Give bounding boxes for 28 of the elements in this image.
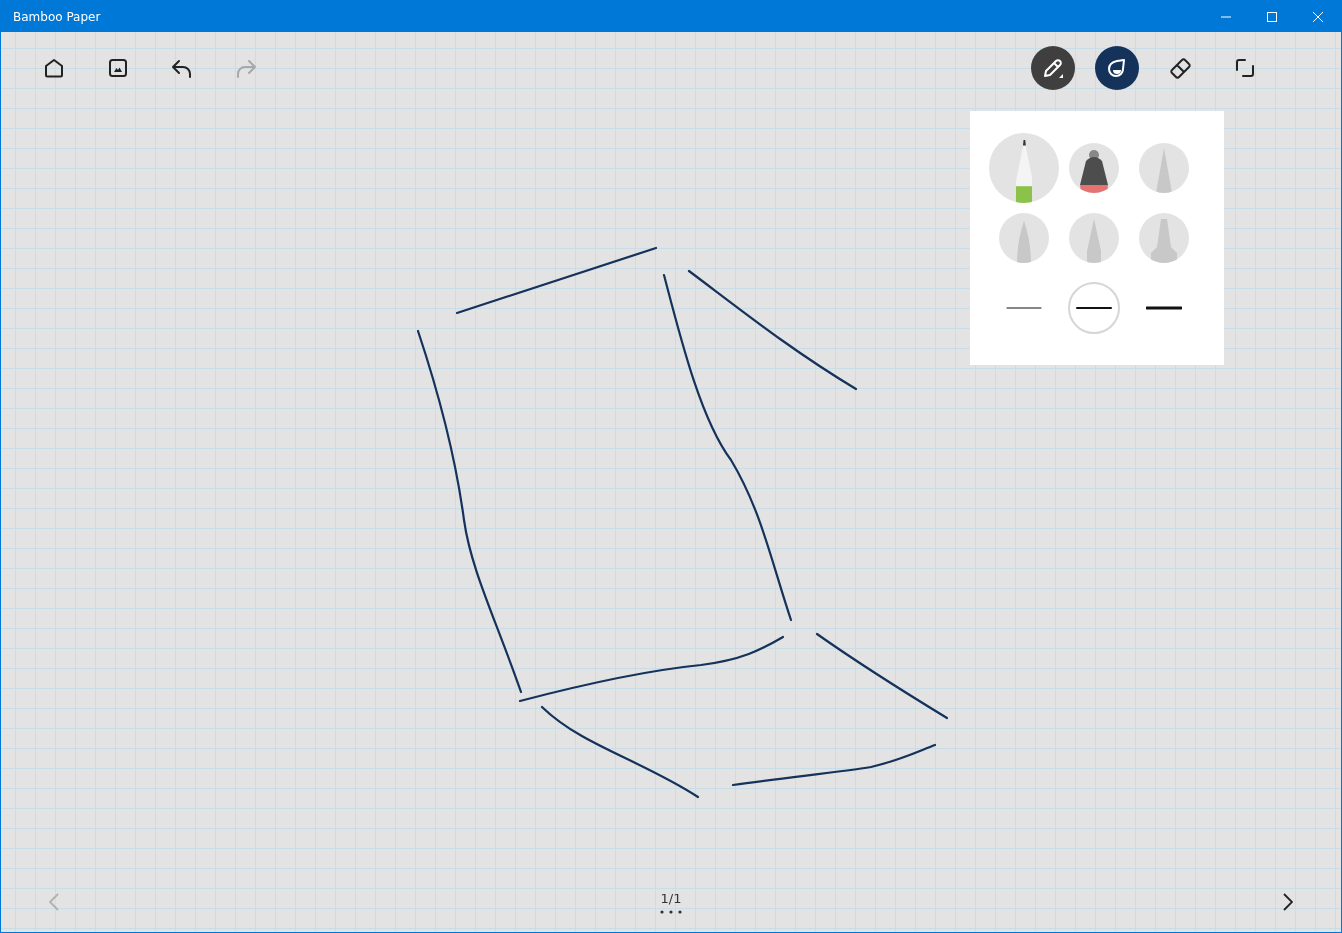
line-icon xyxy=(1076,306,1112,310)
more-icon[interactable] xyxy=(660,909,682,914)
marker-tip-icon xyxy=(1151,219,1177,263)
line-icon xyxy=(1006,306,1042,310)
window-title: Bamboo Paper xyxy=(12,9,102,24)
chevron-right-icon xyxy=(1283,893,1293,911)
brush-tip-icon xyxy=(1017,221,1031,263)
chevron-left-icon xyxy=(49,893,59,911)
ink-drop-icon xyxy=(1106,57,1128,79)
pencil-tip-icon xyxy=(1015,140,1033,203)
felt-tip-icon xyxy=(1087,219,1101,263)
image-icon xyxy=(108,58,128,78)
stroke-width-option[interactable] xyxy=(1068,282,1120,334)
page-number: 1/1 xyxy=(660,890,682,906)
eraser-icon xyxy=(1169,56,1193,80)
selection-icon xyxy=(1235,58,1255,78)
pen-tip-icon xyxy=(1156,148,1172,193)
undo-icon xyxy=(171,58,193,78)
eraser-tip-icon xyxy=(1080,150,1108,193)
color-tool-button[interactable] xyxy=(1095,46,1139,90)
redo-icon xyxy=(235,58,257,78)
home-icon xyxy=(44,58,64,78)
pencil-icon xyxy=(1041,56,1065,80)
close-icon xyxy=(1313,11,1323,22)
pen-tool-button[interactable] xyxy=(1031,46,1075,90)
pen-option[interactable] xyxy=(1069,143,1119,193)
maximize-icon xyxy=(1267,11,1277,22)
line-icon xyxy=(1146,306,1182,310)
